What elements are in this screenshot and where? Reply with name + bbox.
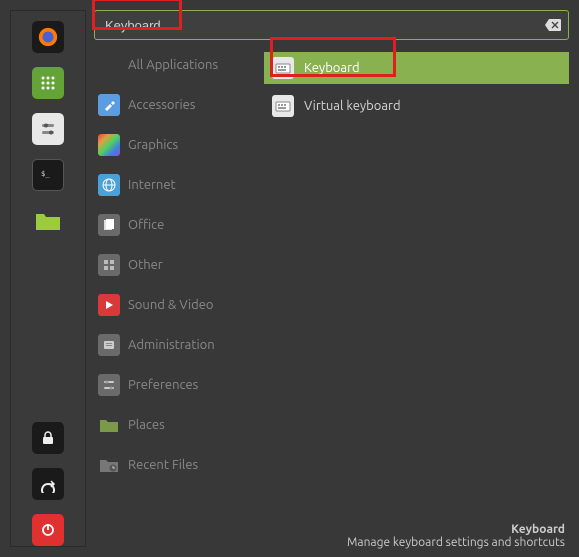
keyboard-icon [272, 57, 294, 79]
cat-preferences[interactable]: Preferences [94, 372, 264, 398]
cat-label: Preferences [128, 378, 198, 392]
graphics-icon [98, 134, 120, 156]
cat-all-applications[interactable]: All Applications [94, 52, 264, 78]
cat-label: Places [128, 418, 165, 432]
menu-main: All Applications Accessories Graphics In… [94, 0, 579, 557]
cat-places[interactable]: Places [94, 412, 264, 438]
cat-label: Recent Files [128, 458, 198, 472]
cat-sound-video[interactable]: Sound & Video [94, 292, 264, 318]
footer-desc: Manage keyboard settings and shortcuts [94, 536, 565, 549]
cat-internet[interactable]: Internet [94, 172, 264, 198]
blank-icon [98, 54, 120, 76]
svg-text:$_: $_ [41, 170, 50, 178]
result-label: Keyboard [304, 61, 360, 75]
accessories-icon [98, 94, 120, 116]
recent-files-icon [98, 454, 120, 476]
logout-icon[interactable] [32, 468, 64, 500]
cat-graphics[interactable]: Graphics [94, 132, 264, 158]
result-label: Virtual keyboard [304, 99, 401, 113]
clear-search-button[interactable] [543, 15, 563, 35]
administration-icon [98, 334, 120, 356]
result-virtual-keyboard[interactable]: Virtual keyboard [264, 90, 569, 122]
cat-label: Administration [128, 338, 215, 352]
other-icon [98, 254, 120, 276]
firefox-icon[interactable] [32, 21, 64, 53]
power-icon[interactable] [32, 514, 64, 546]
cat-accessories[interactable]: Accessories [94, 92, 264, 118]
places-icon [98, 414, 120, 436]
launcher-sidebar: $_ [10, 10, 86, 547]
cat-other[interactable]: Other [94, 252, 264, 278]
preferences-icon [98, 374, 120, 396]
results-list: Keyboard Virtual keyboard [264, 52, 569, 523]
footer-title: Keyboard [94, 523, 565, 536]
cat-recent-files[interactable]: Recent Files [94, 452, 264, 478]
office-icon [98, 214, 120, 236]
virtual-keyboard-icon [272, 95, 294, 117]
cat-office[interactable]: Office [94, 212, 264, 238]
search-wrap [94, 10, 569, 40]
cat-label: Other [128, 258, 163, 272]
cat-label: All Applications [128, 58, 218, 72]
cat-label: Sound & Video [128, 298, 214, 312]
footer-description: Keyboard Manage keyboard settings and sh… [94, 523, 569, 549]
cat-label: Office [128, 218, 164, 232]
result-keyboard[interactable]: Keyboard [264, 52, 569, 84]
system-settings-icon[interactable] [32, 113, 64, 145]
cat-administration[interactable]: Administration [94, 332, 264, 358]
files-icon[interactable] [32, 205, 64, 237]
cat-label: Graphics [128, 138, 178, 152]
cat-label: Accessories [128, 98, 195, 112]
terminal-icon[interactable]: $_ [32, 159, 64, 191]
internet-icon [98, 174, 120, 196]
cat-label: Internet [128, 178, 176, 192]
categories-list: All Applications Accessories Graphics In… [94, 52, 264, 523]
apps-grid-icon[interactable] [32, 67, 64, 99]
search-input[interactable] [94, 10, 569, 40]
lock-icon[interactable] [32, 422, 64, 454]
sound-video-icon [98, 294, 120, 316]
